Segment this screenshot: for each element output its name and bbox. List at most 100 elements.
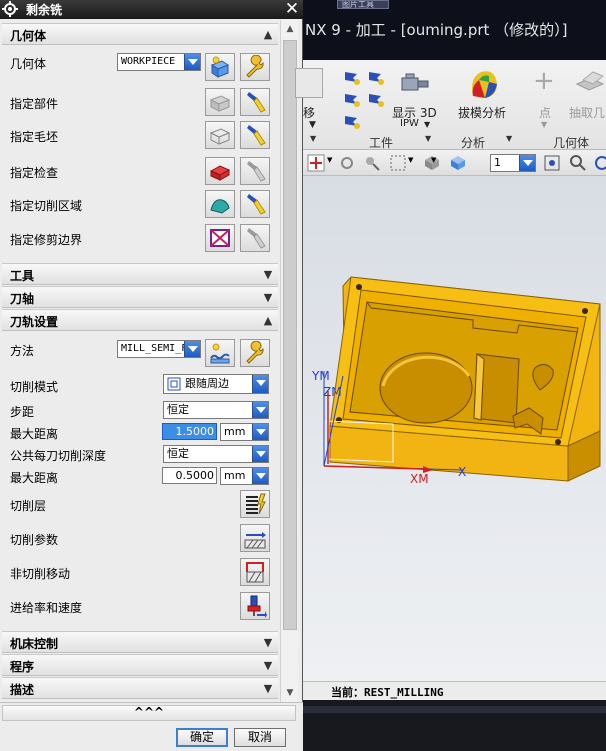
layer-select[interactable]: 1 [490,154,536,172]
specify-trim-boundary-select-button[interactable] [205,224,235,252]
scrollbar-thumb[interactable] [283,40,297,630]
move-label[interactable]: 移 [303,104,315,121]
specify-part-display-button[interactable] [240,88,270,116]
collapse-button[interactable]: ^^^ [2,705,296,721]
cut-mode-select[interactable]: 跟随周边 [163,374,269,394]
max-distance2-input[interactable]: 0.5000 [162,467,217,484]
edit-geometry-button[interactable] [240,53,270,81]
chevron-down-icon[interactable]: ▼ [260,290,276,306]
extract-label[interactable]: 抽取几 [569,104,605,121]
box-select-icon[interactable] [389,154,407,172]
stepover-select[interactable]: 恒定 [163,401,269,419]
chevron-down-icon[interactable]: ▼ [309,120,316,130]
zoom-window-icon[interactable] [569,154,587,172]
section-geometry[interactable]: 几何体 ▲ [2,23,278,45]
chevron-down-icon[interactable]: ▼ [260,267,276,283]
filter-tool-icon[interactable] [363,154,381,172]
non-cut-moves-button[interactable] [240,558,270,586]
rotate-view-icon[interactable] [593,154,606,172]
chevron-down-icon[interactable]: ▼ [310,134,316,143]
plus-icon[interactable]: + [533,66,555,96]
section-path-settings[interactable]: 刀轨设置 ▲ [2,309,278,331]
chevron-down-icon[interactable] [252,402,268,418]
snap-point-icon[interactable] [307,154,325,172]
section-description-label: 描述 [10,683,35,697]
section-tool-axis[interactable]: 刀轴 ▼ [2,286,278,308]
ipw-label[interactable]: IPW [400,118,419,129]
specify-trim-boundary-display-button[interactable] [240,224,270,252]
specify-blank-display-button[interactable] [240,121,270,149]
ribbon: 移 ▼ 显示 3D IPW ▼ 拔模分析 + 点 ▼ 抽取几 工件 ▼ 分析 ▼… [295,60,606,150]
axis-x-label: X [458,465,467,479]
common-depth-select[interactable]: 恒定 [163,445,269,463]
edit-method-button[interactable] [240,339,270,367]
display-3d-ipw-icon[interactable] [400,68,430,98]
chevron-down-icon[interactable] [252,446,268,462]
dialog-title: 剩余铣 [26,3,63,17]
section-description[interactable]: 描述 ▼ [2,677,278,699]
cut-levels-label: 切削层 [10,499,47,513]
chevron-down-icon[interactable] [184,341,200,357]
graphics-viewport[interactable]: YM ZM XM X [303,176,606,681]
draft-analysis-icon[interactable] [467,68,501,100]
ok-button[interactable]: 确定 [176,728,228,747]
geometry-select[interactable]: WORKPIECE [117,53,201,71]
zoom-fit-icon[interactable] [543,154,561,172]
chevron-down-icon[interactable] [252,424,268,440]
cut-levels-icon [246,493,266,515]
section-geometry-label: 几何体 [10,29,47,43]
picture-tools-tab[interactable]: 图片工具 [337,0,389,9]
scroll-up-icon[interactable]: ▲ [281,20,299,38]
non-cut-moves-label: 非切削移动 [10,567,71,581]
chevron-down-icon[interactable]: ▼ [425,134,431,143]
chevron-down-icon[interactable]: ▼ [260,635,276,651]
cut-params-button[interactable] [240,524,270,552]
specify-check-select-button[interactable] [205,157,235,185]
chevron-down-icon[interactable] [252,468,268,484]
cut-levels-button[interactable] [240,490,270,518]
select-tool-icon[interactable] [338,154,356,172]
section-tools[interactable]: 工具 ▼ [2,263,278,285]
specify-part-label: 指定部件 [10,97,59,111]
method-select[interactable]: MILL_SEMI_FINISH [117,340,201,358]
close-button[interactable]: ✕ [283,0,301,19]
chevron-down-icon[interactable]: ▼ [327,156,332,164]
specify-blank-select-button[interactable] [205,121,235,149]
max-distance-unit-select[interactable]: mm [220,423,269,441]
feeds-speeds-button[interactable] [240,592,270,620]
geometry-select-value: WORKPIECE [121,56,176,67]
extract-geometry-icon[interactable] [573,68,606,98]
specify-cut-area-select-button[interactable] [205,190,235,218]
specify-part-select-button[interactable] [205,88,235,116]
max-distance2-unit-select[interactable]: mm [220,467,269,485]
chevron-up-icon[interactable]: ▲ [260,313,276,329]
point-label[interactable]: 点 [539,104,551,121]
chevron-down-icon[interactable]: ▼ [541,120,547,129]
section-machine-control[interactable]: 机床控制 ▼ [2,631,278,653]
chevron-down-icon[interactable]: ▼ [260,658,276,674]
cancel-button[interactable]: 取消 [234,728,286,747]
workpiece-small-icons[interactable] [343,68,403,132]
move-button-frame[interactable] [295,68,323,98]
chevron-down-icon[interactable] [519,155,535,171]
chevron-down-icon[interactable]: ▼ [431,156,436,164]
new-method-button[interactable] [205,339,235,367]
new-geometry-button[interactable] [205,53,235,81]
scroll-down-icon[interactable]: ▼ [281,684,299,702]
max-distance-input[interactable]: 1.5000 [162,423,217,440]
chevron-down-icon[interactable] [252,375,268,393]
chevron-down-icon[interactable] [184,54,200,70]
chevron-down-icon[interactable]: ▼ [424,120,430,129]
specify-cut-area-display-button[interactable] [240,190,270,218]
chevron-down-icon[interactable]: ▼ [408,156,413,164]
shaded-cube-icon[interactable] [449,154,467,172]
chevron-up-icon[interactable]: ▲ [260,27,276,43]
view-toolbar: ▼ ▼ ▼ 1 [303,150,606,176]
dialog-scrollbar[interactable]: ▲ ▼ [280,20,298,702]
specify-check-display-button[interactable] [240,157,270,185]
chevron-down-icon[interactable]: ▼ [506,134,512,143]
draft-analysis-label[interactable]: 拔模分析 [458,104,506,121]
section-program[interactable]: 程序 ▼ [2,654,278,676]
chevron-down-icon[interactable]: ▼ [260,681,276,697]
gear-icon [2,1,18,17]
